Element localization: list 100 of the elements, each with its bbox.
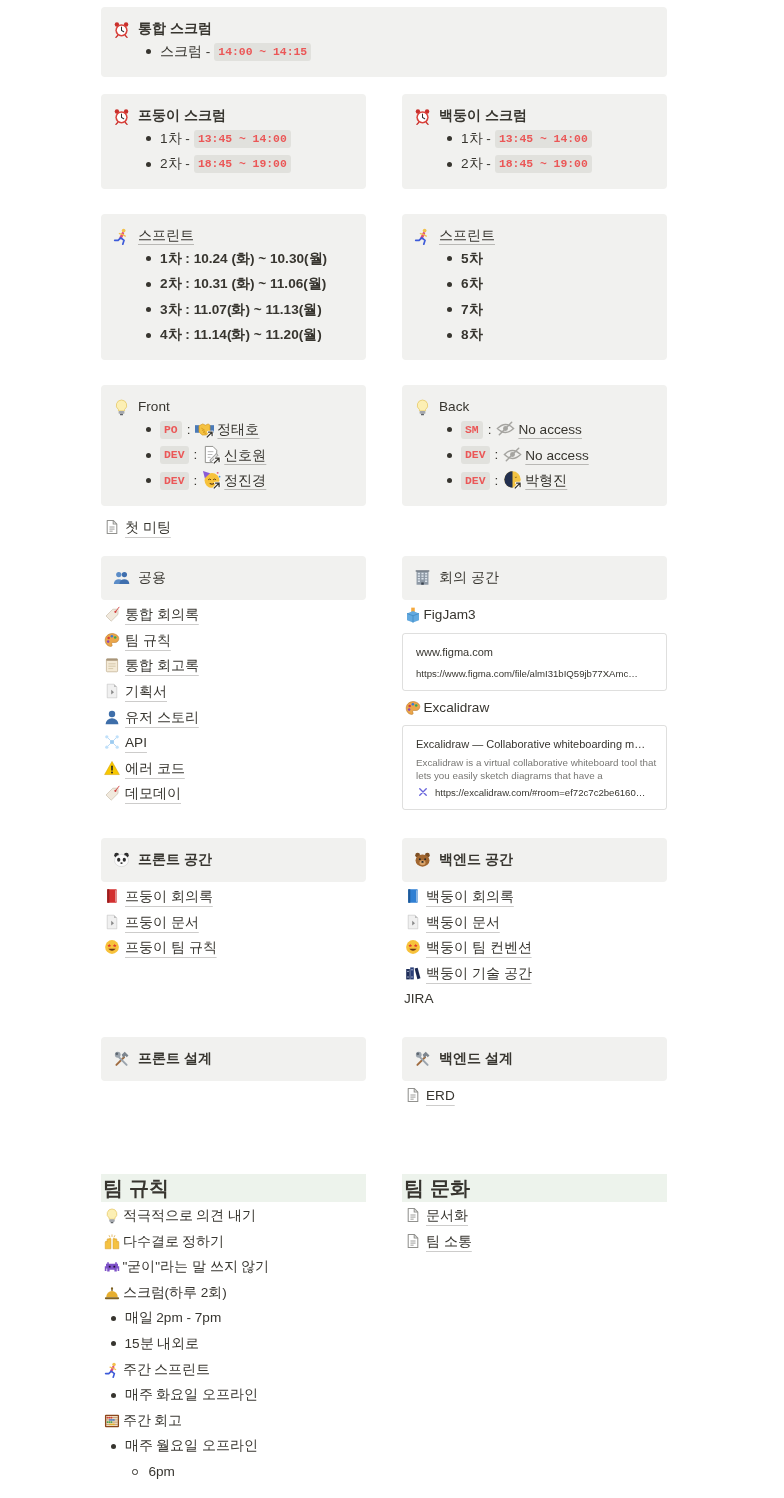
mention-link[interactable]: 정태호 [195, 419, 260, 441]
lightbulb-icon [113, 398, 130, 416]
callout-title: 공용 [138, 568, 166, 587]
separator-text: : [487, 420, 492, 439]
page-link[interactable]: 팀 소통 [402, 1231, 472, 1252]
role-tag: DEV [160, 446, 189, 465]
bullet-icon [447, 161, 452, 167]
network-nodes-icon [104, 734, 120, 751]
time-code: 13:45 ~ 14:00 [494, 129, 592, 148]
page-link[interactable]: 데모데이 [101, 784, 181, 805]
tag-icon [104, 785, 120, 802]
time-code: 18:45 ~ 19:00 [193, 155, 291, 174]
list-text: 1차 - [160, 129, 190, 148]
document-icon [405, 1086, 421, 1103]
alarm-clock-icon [113, 20, 130, 38]
separator-text: : [186, 420, 191, 439]
mention-link[interactable]: 박형진 [503, 470, 568, 492]
callout-title: 프론트 공간 [138, 850, 212, 869]
list-text: 1차 - [461, 129, 491, 148]
folded-page-icon [104, 913, 120, 930]
callout-title: 백둥이 스크럼 [439, 107, 527, 125]
separator-text: : [494, 471, 499, 490]
book-icon [104, 887, 120, 904]
role-tag: DEV [461, 446, 490, 465]
list-text: 스크럼(하루 2회) [122, 1283, 227, 1302]
document-icon [405, 1232, 421, 1249]
folded-page-icon [405, 913, 421, 930]
list-text: 5차 [461, 249, 483, 268]
alarm-clock-icon [113, 107, 130, 125]
page-link[interactable]: 팀 규칙 [101, 630, 171, 651]
bullet-icon [146, 136, 151, 142]
page-link[interactable]: 스프린트 [138, 226, 194, 246]
list-text: 3차 : 11.07(화) ~ 11.13(월) [160, 300, 322, 319]
alarm-clock-icon [414, 107, 431, 125]
office-building-icon [414, 569, 431, 587]
hammer-and-wrench-icon [414, 1050, 431, 1068]
crossed-lines-icon [418, 787, 428, 798]
bullet-icon [146, 256, 151, 262]
page-link[interactable]: 첫 미팅 [101, 518, 171, 538]
bookmark-title: www.figma.com [416, 645, 495, 661]
bullet-icon [447, 332, 452, 338]
page-link[interactable]: 백둥이 팀 컨벤션 [402, 938, 532, 959]
page-link[interactable]: 프둥이 회의록 [101, 886, 213, 907]
page-link[interactable]: 백둥이 문서 [402, 912, 500, 933]
panda-face-icon [113, 851, 130, 869]
list-text: 2차 - [461, 155, 491, 174]
list-text: 1차 : 10.24 (화) ~ 10.30(월) [160, 249, 328, 268]
page-link[interactable]: 프둥이 문서 [101, 912, 199, 933]
page-link[interactable]: 문서화 [402, 1206, 468, 1226]
time-code: 14:00 ~ 14:15 [214, 42, 312, 61]
page-link[interactable]: 스프린트 [439, 226, 495, 246]
mention-link[interactable]: No access [503, 444, 589, 466]
list-text: 15분 내외로 [124, 1335, 200, 1353]
page-link[interactable]: 에러 코드 [101, 758, 185, 779]
box-icon [404, 607, 421, 624]
lightbulb-icon [103, 1208, 120, 1224]
bell-icon [103, 1284, 120, 1301]
bullet-icon [447, 281, 452, 287]
page-link[interactable]: ERD [402, 1085, 455, 1106]
mention-link[interactable]: No access [496, 419, 582, 441]
callout-title: 백엔드 설계 [439, 1049, 513, 1068]
list-text: 적극적으로 의견 내기 [122, 1207, 257, 1225]
star-eyes-face-icon [104, 939, 120, 956]
document-icon [104, 519, 120, 535]
page-link[interactable]: 백둥이 회의록 [402, 886, 514, 907]
section-heading: 팀 규칙 [101, 1173, 366, 1202]
page-link[interactable]: API [101, 733, 147, 754]
callout-title: 프론트 설계 [138, 1049, 212, 1068]
bear-face-icon [414, 851, 431, 869]
list-text: 매일 2pm - 7pm [124, 1309, 222, 1328]
bullet-icon [447, 256, 452, 262]
page-link[interactable]: 통합 회고록 [101, 656, 199, 677]
time-code: 13:45 ~ 14:00 [193, 129, 291, 148]
bookmark-card[interactable]: Excalidraw — Collaborative whiteboarding m… Excalidraw is a virtual collaborative whiteboard tool that lets you easily sketch diagrams that have a https://excalidraw.com/#room=ef72c7c2be6160… [402, 724, 667, 810]
page-link[interactable]: 백둥이 기술 공간 [402, 963, 532, 984]
list-text: 4차 : 11.14(화) ~ 11.20(월) [160, 326, 322, 345]
mention-link[interactable]: 신호원 [202, 444, 267, 466]
list-text: 2차 - [160, 155, 190, 174]
list-text: 6차 [461, 275, 483, 294]
notepad-icon [104, 657, 120, 674]
page-link[interactable]: 통합 회의록 [101, 605, 199, 626]
tag-icon [104, 606, 120, 623]
bullet-icon [110, 1443, 116, 1449]
document-icon [405, 1207, 421, 1223]
page-link[interactable]: 프둥이 팀 규칙 [101, 938, 217, 959]
page-link[interactable]: 기획서 [101, 682, 167, 703]
bookmark-url: https://www.figma.com/file/almI31bIQ59jb77XAmc… [416, 667, 639, 681]
person-silhouette-icon [104, 708, 120, 725]
mention-link[interactable]: 정진경 [202, 470, 267, 492]
separator-text: : [193, 471, 198, 490]
bullet-icon [110, 1392, 116, 1398]
page-link[interactable]: 유저 스토리 [101, 707, 199, 728]
link-title: FigJam3 [423, 606, 476, 625]
bullet-icon [146, 478, 151, 484]
raised-hands-icon [103, 1233, 120, 1250]
bullet-icon [146, 49, 151, 55]
bookmark-title: Excalidraw — Collaborative whiteboarding m… [416, 736, 647, 752]
abacus-icon [103, 1412, 120, 1429]
bookmark-card[interactable]: www.figma.com https://www.figma.com/file/almI31bIQ59jb77XAmc… [402, 633, 667, 692]
callout-title: 프둥이 스크럼 [138, 107, 226, 125]
